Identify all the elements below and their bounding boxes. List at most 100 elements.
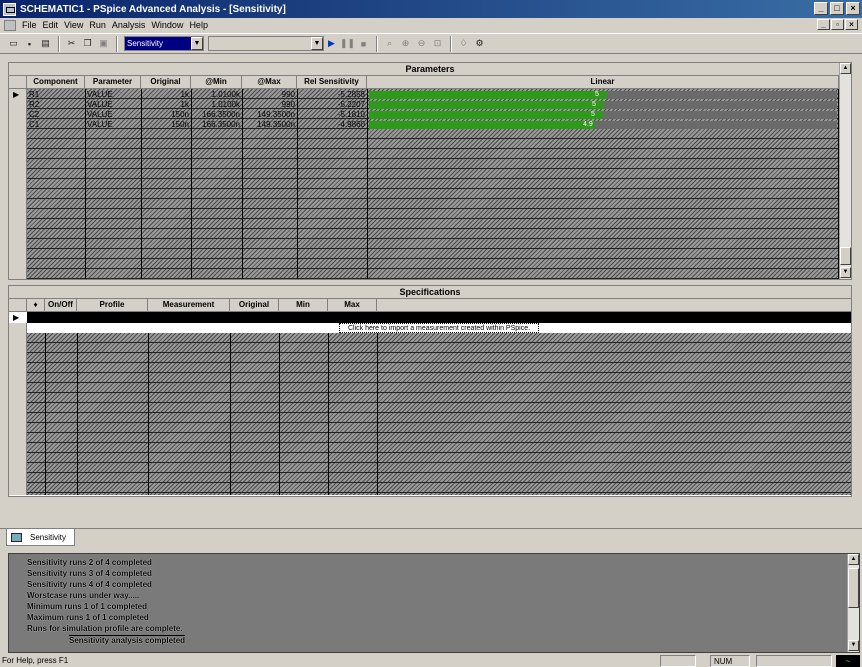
col-measurement[interactable]: Measurement xyxy=(148,299,230,312)
linear-bar xyxy=(369,121,595,129)
col-spec-max[interactable]: Max xyxy=(328,299,377,312)
scroll-down-icon[interactable]: ▼ xyxy=(840,267,851,278)
param-row-4-max[interactable]: 149.3500n xyxy=(242,120,295,130)
minimize-button[interactable]: _ xyxy=(814,2,828,15)
param-row-2-rel[interactable]: -5.2207 xyxy=(297,100,365,110)
col-spec-original[interactable]: Original xyxy=(230,299,279,312)
scroll-down-icon[interactable]: ▼ xyxy=(848,640,859,651)
chevron-down-icon[interactable]: ▼ xyxy=(191,37,203,50)
param-row-2-original[interactable]: 1k xyxy=(141,100,189,110)
app-icon[interactable] xyxy=(3,2,16,16)
col-linear[interactable]: Linear xyxy=(367,76,839,89)
menu-edit[interactable]: Edit xyxy=(40,20,62,30)
param-row-2-parameter[interactable]: VALUE xyxy=(87,100,139,110)
param-row-4-parameter[interactable]: VALUE xyxy=(87,120,139,130)
settings-icon[interactable]: ⚙ xyxy=(472,36,487,51)
profile-combo[interactable]: ▼ xyxy=(208,36,324,51)
paste-icon[interactable]: ▣ xyxy=(96,36,111,51)
output-scrollbar[interactable]: ▲ ▼ xyxy=(847,554,859,652)
param-row-1-component[interactable]: R1 xyxy=(29,90,83,100)
col-on-off[interactable]: On/Off xyxy=(45,299,77,312)
scroll-thumb[interactable] xyxy=(848,568,859,608)
col-diamond[interactable]: ♦ xyxy=(27,299,45,312)
analysis-combo[interactable]: Sensitivity ▼ xyxy=(124,36,204,51)
output-line: Sensitivity runs 4 of 4 completed xyxy=(27,580,152,589)
col-component[interactable]: Component xyxy=(27,76,85,89)
param-row-4-rel[interactable]: -4.9860 xyxy=(297,120,365,130)
menu-file[interactable]: File xyxy=(19,20,40,30)
output-line: Sensitivity runs 3 of 4 completed xyxy=(27,569,152,578)
run-icon[interactable]: ▶ xyxy=(324,36,339,51)
scroll-thumb[interactable] xyxy=(840,247,851,265)
zoom-fit-icon[interactable]: ⌕ xyxy=(382,36,397,51)
tab-sensitivity-label: Sensitivity xyxy=(30,532,67,542)
param-row-4-component[interactable]: C1 xyxy=(29,120,83,130)
parameters-row-selectors[interactable] xyxy=(9,89,27,279)
parameters-scrollbar[interactable]: ▲ ▼ xyxy=(839,63,851,279)
col-spec-min[interactable]: Min xyxy=(279,299,328,312)
param-row-1-parameter[interactable]: VALUE xyxy=(87,90,139,100)
col-spec-empty xyxy=(377,299,851,312)
col-min[interactable]: @Min xyxy=(191,76,242,89)
menu-view[interactable]: View xyxy=(61,20,86,30)
param-row-3-parameter[interactable]: VALUE xyxy=(87,110,139,120)
sensitivity-tab-icon xyxy=(11,532,22,542)
param-row-2-component[interactable]: R2 xyxy=(29,100,83,110)
col-rel-sensitivity[interactable]: Rel Sensitivity xyxy=(297,76,367,89)
find-icon[interactable]: ♢ xyxy=(456,36,471,51)
mdi-close-button[interactable]: × xyxy=(845,19,858,30)
param-row-3-component[interactable]: C2 xyxy=(29,110,83,120)
menu-run[interactable]: Run xyxy=(86,20,109,30)
param-row-2-max[interactable]: 990 xyxy=(242,100,295,110)
mdi-restore-button[interactable]: ▫ xyxy=(831,19,844,30)
chevron-down-icon[interactable]: ▼ xyxy=(311,37,323,50)
param-row-4-original[interactable]: 150n xyxy=(141,120,189,130)
mdi-minimize-button[interactable]: _ xyxy=(817,19,830,30)
copy-icon[interactable]: ❐ xyxy=(80,36,95,51)
open-icon[interactable]: ▭ xyxy=(6,36,21,51)
col-profile[interactable]: Profile xyxy=(77,299,148,312)
menu-analysis[interactable]: Analysis xyxy=(109,20,149,30)
maximize-button[interactable]: □ xyxy=(830,2,844,15)
zoom-area-icon[interactable]: ⊡ xyxy=(430,36,445,51)
zoom-in-icon[interactable]: ⊕ xyxy=(398,36,413,51)
tab-sensitivity[interactable]: Sensitivity xyxy=(6,529,76,546)
zoom-out-icon[interactable]: ⊖ xyxy=(414,36,429,51)
title-bar: SCHEMATIC1 - PSpice Advanced Analysis - … xyxy=(0,0,862,18)
param-row-1-min[interactable]: 1.0100k xyxy=(191,90,240,100)
scroll-up-icon[interactable]: ▲ xyxy=(848,554,859,565)
close-button[interactable]: × xyxy=(846,2,860,15)
status-num: NUM xyxy=(710,655,750,667)
document-icon[interactable] xyxy=(4,19,16,31)
param-row-4-min[interactable]: 166.3500n xyxy=(191,120,240,130)
param-row-3-rel[interactable]: -5.1810 xyxy=(297,110,365,120)
menu-help[interactable]: Help xyxy=(186,20,211,30)
output-line: Sensitivity runs 2 of 4 completed xyxy=(27,558,152,567)
save-icon[interactable]: ▪ xyxy=(22,36,37,51)
scroll-up-icon[interactable]: ▲ xyxy=(840,63,851,74)
spec-row-selectors[interactable] xyxy=(9,323,27,495)
col-original[interactable]: Original xyxy=(141,76,191,89)
import-measurement-link[interactable]: Click here to import a measurement creat… xyxy=(339,323,539,333)
analysis-combo-value: Sensitivity xyxy=(125,37,191,50)
output-window[interactable]: Sensitivity runs 2 of 4 completed Sensit… xyxy=(8,553,860,653)
pause-icon[interactable]: ❚❚ xyxy=(340,36,355,51)
spec-selected-row[interactable] xyxy=(27,312,851,323)
cut-icon[interactable]: ✂ xyxy=(64,36,79,51)
menu-bar: File Edit View Run Analysis Window Help xyxy=(0,18,862,32)
param-row-3-original[interactable]: 150n xyxy=(141,110,189,120)
menu-window[interactable]: Window xyxy=(148,20,186,30)
param-row-1-original[interactable]: 1k xyxy=(141,90,189,100)
param-row-1-rel[interactable]: -5.2858 xyxy=(297,90,365,100)
stop-icon[interactable]: ■ xyxy=(356,36,371,51)
param-row-3-min[interactable]: 166.3500n xyxy=(191,110,240,120)
print-icon[interactable]: ▤ xyxy=(38,36,53,51)
spec-row-selector-header xyxy=(9,299,27,312)
param-row-1-max[interactable]: 990 xyxy=(242,90,295,100)
param-row-2-min[interactable]: 1.0100k xyxy=(191,100,240,110)
col-max[interactable]: @Max xyxy=(242,76,297,89)
linear-bar xyxy=(369,91,607,99)
param-row-3-max[interactable]: 149.3500n xyxy=(242,110,295,120)
linear-bar-label: 4.9 xyxy=(583,121,593,128)
col-parameter[interactable]: Parameter xyxy=(85,76,141,89)
